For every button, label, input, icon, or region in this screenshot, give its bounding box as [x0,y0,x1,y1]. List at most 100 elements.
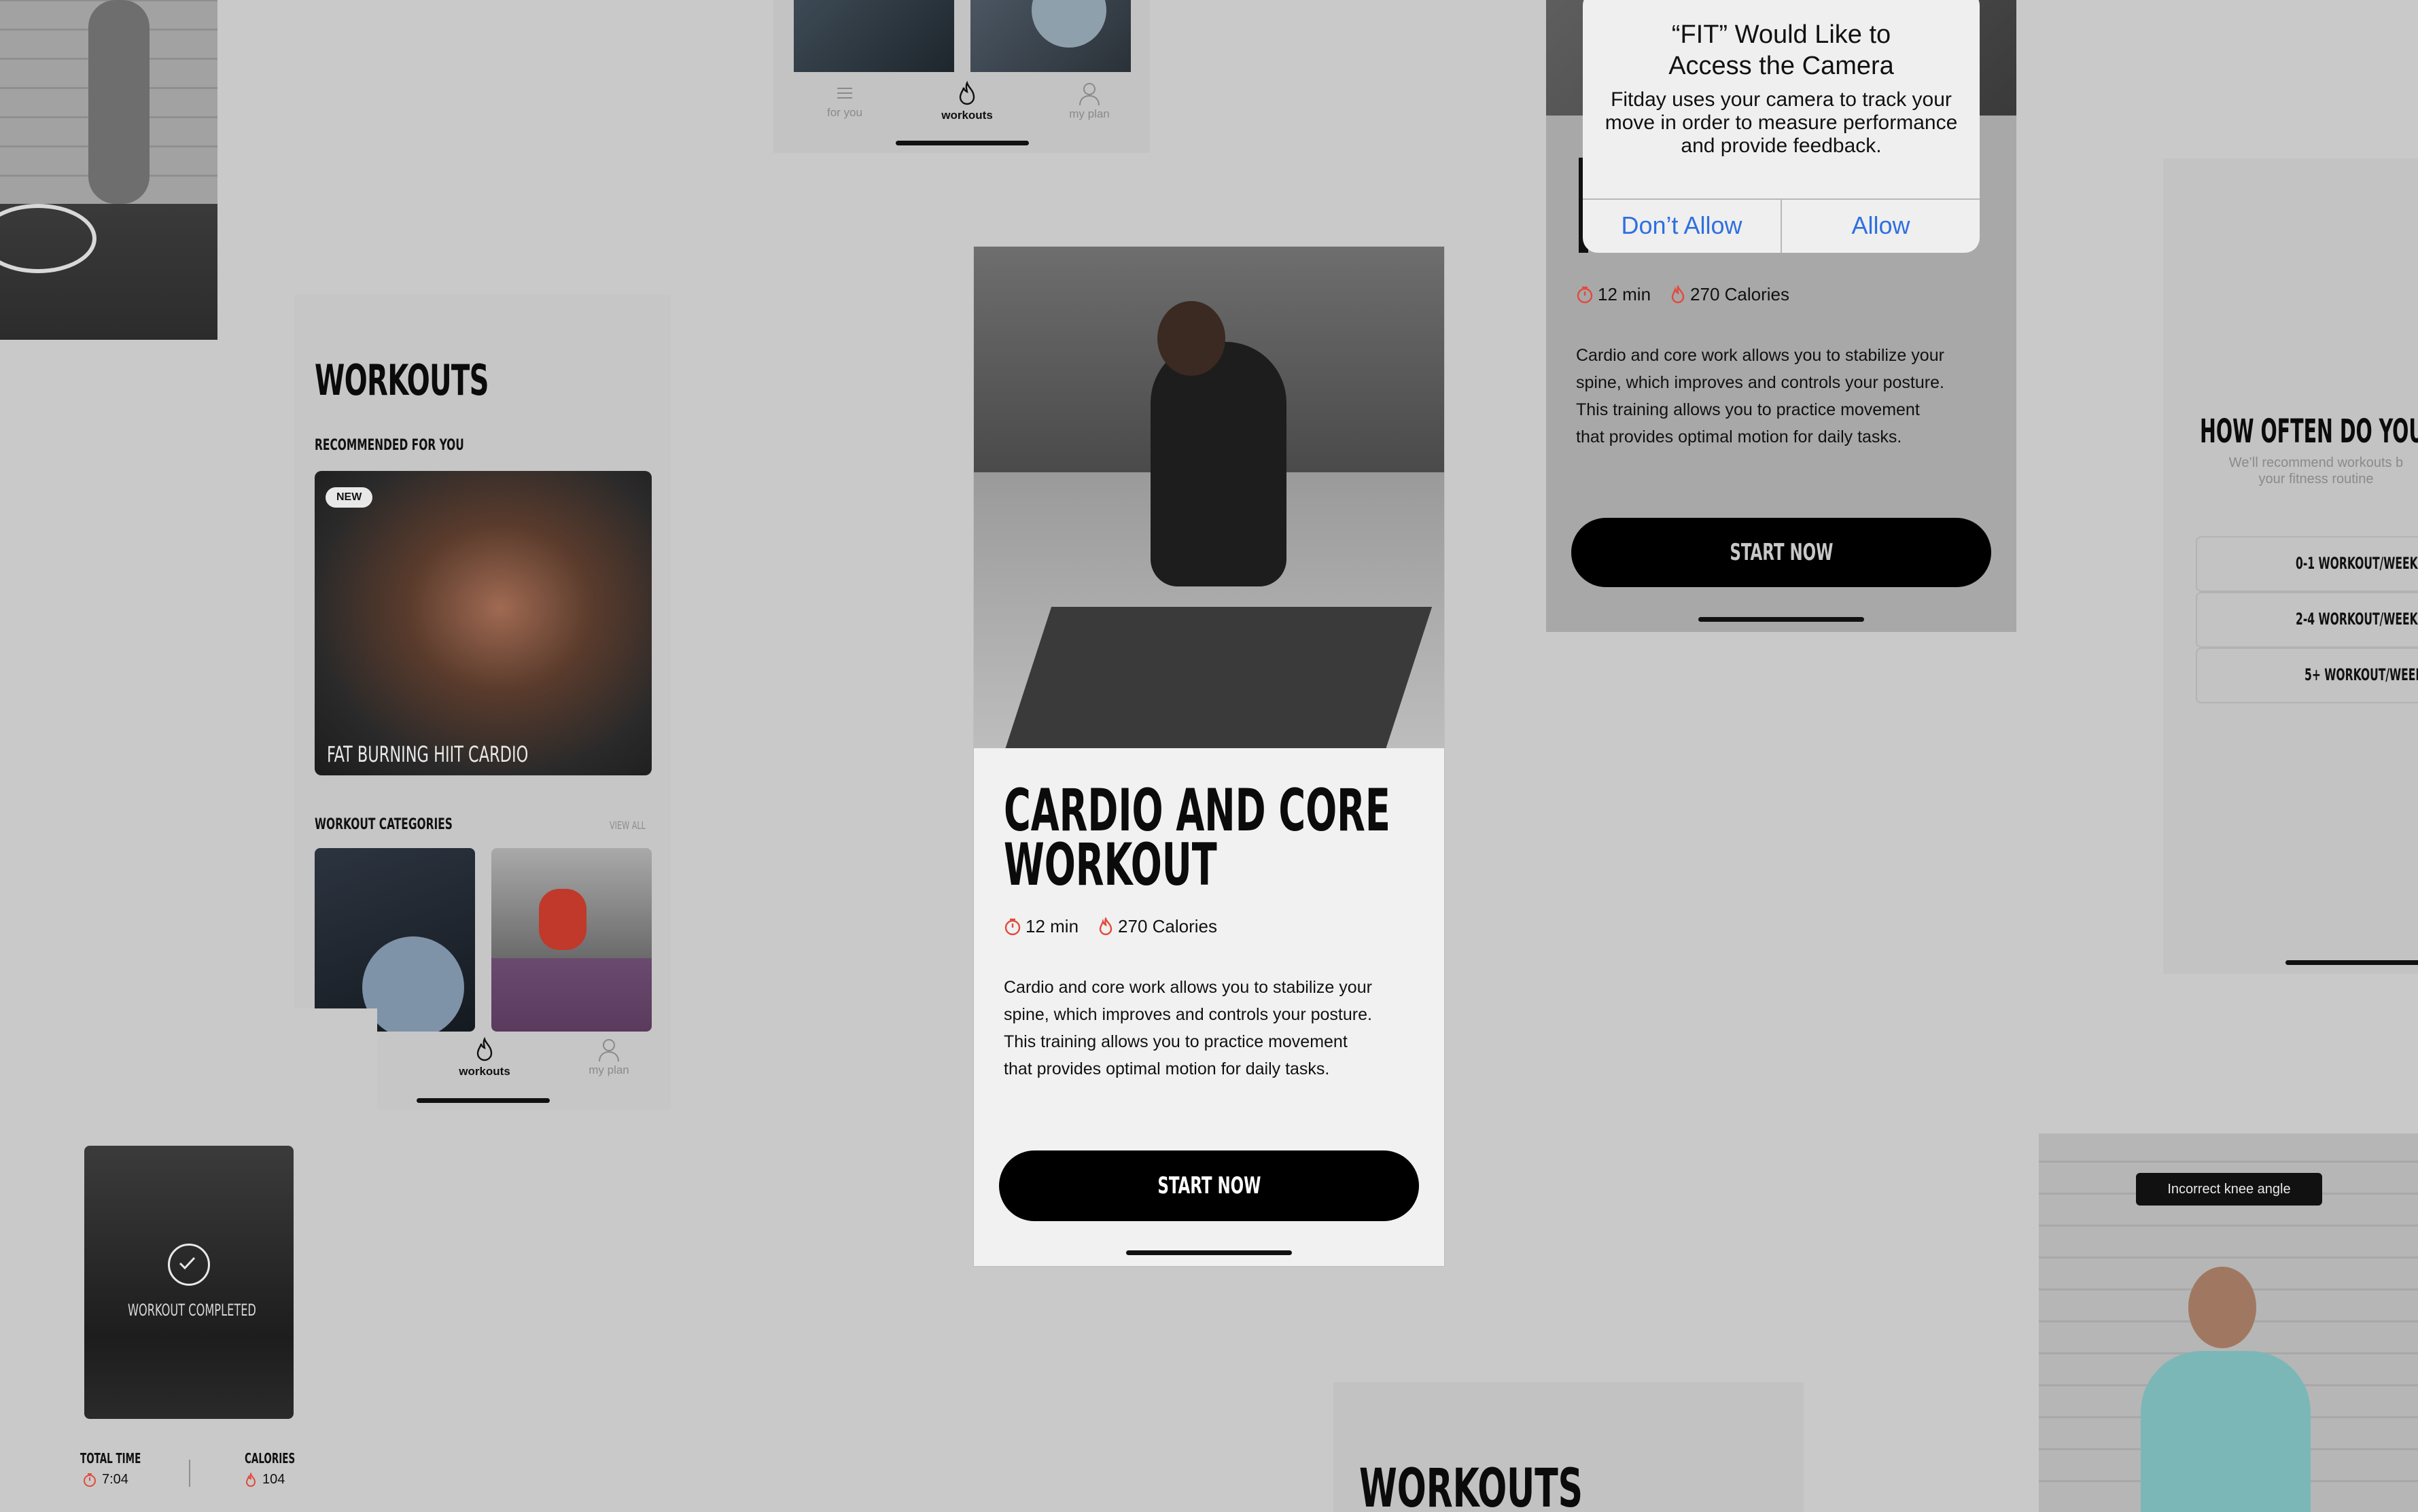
workout-duration: 12 min [1598,284,1651,304]
category-thumbnail-2[interactable] [970,0,1131,72]
start-now-label: START NOW [1157,1172,1261,1199]
description-line: that provides optimal motion for daily t… [1576,427,1902,446]
workout-calories: 270 Calories [1690,284,1790,304]
calories-value-row: 104 [245,1472,285,1488]
dialog-message-line: move in order to measure performance [1605,111,1958,134]
workout-completed-screen: WORKOUT COMPLETED TOTAL TIME 7:04 CALORI… [0,1008,377,1512]
description-line: Cardio and core work allows you to stabi… [1004,978,1372,997]
tab-my-plan[interactable]: my plan [1045,82,1134,121]
start-now-label: START NOW [1729,539,1834,566]
subtitle-line: We’ll recommend workouts b [2228,455,2404,470]
workout-title: CARDIO AND CORE WORKOUT [1004,777,1390,899]
workouts-screen: WORKOUTS RECOMMENDED FOR YOU NEW FAT BUR… [294,294,671,1110]
person-head [2188,1267,2256,1348]
home-indicator [417,1098,550,1103]
page-title: WORKOUTS [315,355,489,405]
dialog-message-line: and provide feedback. [1681,135,1882,157]
workout-duration: 12 min [1026,916,1079,936]
workout-detail-screen: CARDIO AND CORE WORKOUT 12 min 270 Calor… [974,247,1444,1266]
workout-meta: 12 min 270 Calories [1004,916,1217,937]
frequency-option-label: 2-4 WORKOUT/WEEK [2296,610,2418,629]
total-time-value: 7:04 [102,1472,128,1487]
allow-button[interactable]: Allow [1782,198,1980,253]
athlete-figure [1151,342,1286,586]
workout-meta: 12 min 270 Calories [1576,284,1789,305]
workouts-screen-partial: WORKOUTS [1333,1382,1804,1512]
page-title: WORKOUTS [1359,1458,1583,1512]
calories-value: 104 [262,1472,285,1487]
start-now-button[interactable]: START NOW [999,1150,1419,1221]
featured-workout-card[interactable]: NEW FAT BURNING HIIT CARDIO [315,471,652,775]
flame-icon [1671,285,1685,303]
description-line: that provides optimal motion for daily t… [1004,1059,1330,1078]
dialog-message-line: Fitday uses your camera to track your [1611,88,1952,111]
category-card[interactable] [491,848,652,1032]
workout-title-line2: WORKOUT [1004,831,1217,899]
frequency-title: HOW OFTEN DO YOU WO [2200,412,2418,451]
frequency-subtitle: We’ll recommend workouts b your fitness … [2163,455,2418,487]
category-thumbnail-1[interactable] [794,0,954,72]
tab-label: workouts [941,109,993,122]
tab-label: my plan [589,1063,629,1076]
total-time-value-row: 7:04 [83,1472,128,1488]
person-body [2141,1351,2311,1512]
person-icon [1079,83,1100,106]
description-line: This training allows you to practice mov… [1004,1032,1348,1051]
workout-video-thumbnail [0,0,217,340]
description-line: spine, which improves and controls your … [1004,1005,1372,1024]
dialog-title: “FIT” Would Like to Access the Camera [1583,19,1980,82]
featured-workout-title: FAT BURNING HIIT CARDIO [327,741,529,767]
category-card[interactable] [315,848,475,1032]
subtitle-line: your fitness routine [2258,472,2374,487]
workouts-nav-screen: for you workouts my plan [773,0,1150,153]
frequency-option-label: 5+ WORKOUT/WEEK [2305,665,2418,684]
tab-workouts[interactable]: workouts [923,80,1011,122]
exercise-mat [1004,607,1433,748]
start-now-button[interactable]: START NOW [1571,518,1991,587]
tab-label: my plan [1069,107,1110,120]
new-badge: NEW [326,487,373,508]
description-line: This training allows you to practice mov… [1576,400,1920,419]
workout-description: Cardio and core work allows you to stabi… [1576,342,1944,451]
camera-permission-screen: 12 min 270 Calories Cardio and core work… [1546,0,2016,632]
timer-icon [1577,286,1593,303]
flame-icon [1099,917,1112,935]
leg-shape [88,0,150,204]
home-indicator [896,141,1029,145]
section-heading: RECOMMENDED FOR YOU [315,437,464,454]
frequency-option[interactable]: 0-1 WORKOUT/WEEK [2196,536,2418,592]
home-indicator [2285,960,2418,965]
timer-icon [84,1473,96,1487]
home-indicator [1126,1250,1292,1255]
view-all-link[interactable]: VIEW ALL [610,819,646,832]
list-icon [837,88,852,99]
section-heading: WORKOUT CATEGORIES [315,816,453,833]
workout-title-line1: CARDIO AND CORE [1004,777,1390,845]
tab-label: workouts [459,1065,510,1078]
completed-label: WORKOUT COMPLETED [128,1301,256,1320]
workout-hero-image [974,247,1444,748]
tab-workouts[interactable]: workouts [437,1036,532,1078]
flame-icon [476,1036,493,1061]
dialog-message: Fitday uses your camera to track your mo… [1583,88,1980,158]
description-line: Cardio and core work allows you to stabi… [1576,346,1944,365]
checkmark-icon [168,1244,210,1286]
frequency-option-label: 0-1 WORKOUT/WEEK [2296,554,2418,573]
tab-my-plan[interactable]: my plan [561,1038,656,1077]
dont-allow-button[interactable]: Don’t Allow [1583,198,1781,253]
dialog-title-line: Access the Camera [1668,52,1894,80]
flame-icon [245,1472,256,1487]
camera-permission-dialog: “FIT” Would Like to Access the Camera Fi… [1583,0,1980,253]
tab-label: for you [827,106,862,119]
frequency-option[interactable]: 2-4 WORKOUT/WEEK [2196,592,2418,648]
athlete-head [1157,301,1225,376]
timer-icon [1004,918,1021,935]
calories-label: CALORIES [245,1450,296,1466]
completed-workout-image: WORKOUT COMPLETED [84,1146,294,1419]
person-icon [599,1039,619,1062]
frequency-option[interactable]: 5+ WORKOUT/WEEK [2196,648,2418,703]
tab-for-you[interactable]: for you [801,83,889,120]
dialog-title-line: “FIT” Would Like to [1671,20,1891,49]
home-indicator [1698,617,1864,622]
description-line: spine, which improves and controls your … [1576,373,1944,392]
